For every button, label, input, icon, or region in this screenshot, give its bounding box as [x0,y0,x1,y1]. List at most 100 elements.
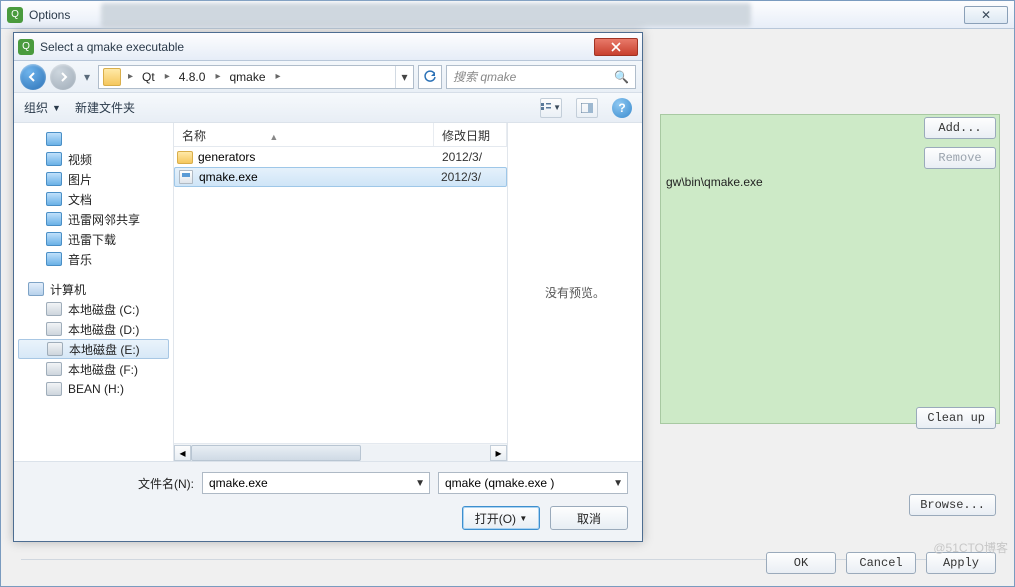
dialog-cancel-button[interactable]: 取消 [550,506,628,530]
options-close-button[interactable]: ✕ [964,6,1008,24]
sidebar-drive[interactable]: 本地磁盘 (D:) [18,319,169,339]
computer-icon [28,282,44,296]
file-name: generators [196,150,442,164]
file-name: qmake.exe [197,170,441,184]
organize-menu[interactable]: 组织▼ [24,99,61,116]
file-row[interactable]: qmake.exe 2012/3/ [174,167,507,187]
folder-icon [103,68,121,86]
dialog-toolbar: 组织▼ 新建文件夹 ▼ ? [14,93,642,123]
filter-dropdown[interactable]: qmake (qmake.exe ) ▼ [438,472,628,494]
horizontal-scrollbar[interactable]: ◂ ▸ [174,443,507,461]
chevron-right-icon[interactable]: ▸ [125,71,136,82]
remove-button[interactable]: Remove [924,147,996,169]
chevron-down-icon[interactable]: ▼ [415,478,425,489]
scroll-track[interactable] [191,445,490,461]
document-icon [46,192,62,206]
sidebar-item[interactable]: 音乐 [18,249,169,269]
view-mode-button[interactable]: ▼ [540,98,562,118]
filename-label: 文件名(N): [138,475,194,492]
preview-pane-icon [581,103,593,113]
drive-icon [47,342,63,356]
sidebar-drive[interactable]: BEAN (H:) [18,379,169,399]
cancel-button[interactable]: Cancel [846,552,916,574]
dialog-footer: 文件名(N): qmake.exe ▼ qmake (qmake.exe ) ▼… [14,461,642,541]
nav-back-button[interactable] [20,64,46,90]
sidebar-drive[interactable]: 本地磁盘 (C:) [18,299,169,319]
dialog-main: 视频 图片 文档 迅雷网邻共享 迅雷下载 音乐 计算机 本地磁盘 (C:) 本地… [14,123,642,461]
file-row[interactable]: generators 2012/3/ [174,147,507,167]
sidebar-item[interactable]: 迅雷网邻共享 [18,209,169,229]
preview-empty-text: 没有预览。 [545,284,605,301]
open-button[interactable]: 打开(O) ▼ [462,506,540,530]
search-input[interactable]: 搜索 qmake 🔍 [446,65,636,89]
qt-icon: Q [18,39,34,55]
help-icon: ? [618,101,625,115]
download-icon [46,232,62,246]
arrow-right-icon [57,71,69,83]
chevron-down-icon: ▼ [553,103,561,112]
sidebar-item[interactable] [18,129,169,149]
chevron-down-icon: ▼ [52,103,61,113]
folder-icon [177,151,193,164]
search-placeholder: 搜索 qmake [453,68,516,85]
chevron-right-icon[interactable]: ▸ [212,71,223,82]
sidebar-item[interactable]: 文档 [18,189,169,209]
file-open-dialog: Q Select a qmake executable ▾ ▸ Qt ▸ 4.8… [13,32,643,542]
filename-value: qmake.exe [209,476,268,490]
file-list-header: 名称 ▲ 修改日期 [174,123,507,147]
chevron-right-icon[interactable]: ▸ [273,71,284,82]
help-button[interactable]: ? [612,98,632,118]
preview-pane-button[interactable] [576,98,598,118]
refresh-button[interactable] [418,65,442,89]
view-icon [541,103,551,113]
picture-icon [46,172,62,186]
qmake-path-text: gw\bin\qmake.exe [666,175,763,189]
sidebar-item[interactable]: 图片 [18,169,169,189]
folder-icon [46,132,62,146]
options-titlebar: Q Options ✕ [1,1,1014,29]
scroll-right-button[interactable]: ▸ [490,445,507,461]
column-name[interactable]: 名称 ▲ [174,123,434,146]
ok-button[interactable]: OK [766,552,836,574]
sidebar-drive[interactable]: 本地磁盘 (E:) [18,339,169,359]
cleanup-button[interactable]: Clean up [916,407,996,429]
file-list: 名称 ▲ 修改日期 generators 2012/3/ qmake.exe 2… [174,123,507,461]
drive-icon [46,382,62,396]
file-date: 2012/3/ [441,170,506,184]
nav-history-dropdown[interactable]: ▾ [80,67,94,87]
scroll-left-button[interactable]: ◂ [174,445,191,461]
nav-forward-button[interactable] [50,64,76,90]
chevron-right-icon[interactable]: ▸ [162,71,173,82]
sidebar-drive[interactable]: 本地磁盘 (F:) [18,359,169,379]
filename-input[interactable]: qmake.exe ▼ [202,472,430,494]
browse-button[interactable]: Browse... [909,494,996,516]
dialog-titlebar: Q Select a qmake executable [14,33,642,61]
breadcrumb-seg[interactable]: 4.8.0 [173,66,213,88]
breadcrumb-seg[interactable]: qmake [223,66,272,88]
add-button[interactable]: Add... [924,117,996,139]
column-date[interactable]: 修改日期 [434,123,507,146]
preview-pane: 没有预览。 [507,123,642,461]
exe-icon [179,170,193,184]
dialog-close-button[interactable] [594,38,638,56]
chevron-down-icon[interactable]: ▼ [613,478,623,489]
breadcrumb-dropdown[interactable]: ▾ [395,66,413,88]
blurred-tabs [101,3,751,27]
search-icon: 🔍 [614,70,629,84]
music-icon [46,252,62,266]
sidebar-item[interactable]: 视频 [18,149,169,169]
scroll-thumb[interactable] [191,445,361,461]
drive-icon [46,302,62,316]
sidebar: 视频 图片 文档 迅雷网邻共享 迅雷下载 音乐 计算机 本地磁盘 (C:) 本地… [14,123,174,461]
qt-icon: Q [7,7,23,23]
sidebar-computer[interactable]: 计算机 [18,279,169,299]
sidebar-item[interactable]: 迅雷下载 [18,229,169,249]
new-folder-button[interactable]: 新建文件夹 [75,99,135,116]
file-rows: generators 2012/3/ qmake.exe 2012/3/ [174,147,507,443]
file-date: 2012/3/ [442,150,507,164]
drive-icon [46,362,62,376]
breadcrumb-seg[interactable]: Qt [136,66,162,88]
breadcrumb[interactable]: ▸ Qt ▸ 4.8.0 ▸ qmake ▸ ▾ [98,65,414,89]
side-button-column: Add... Remove [924,117,996,169]
close-icon [611,42,621,52]
